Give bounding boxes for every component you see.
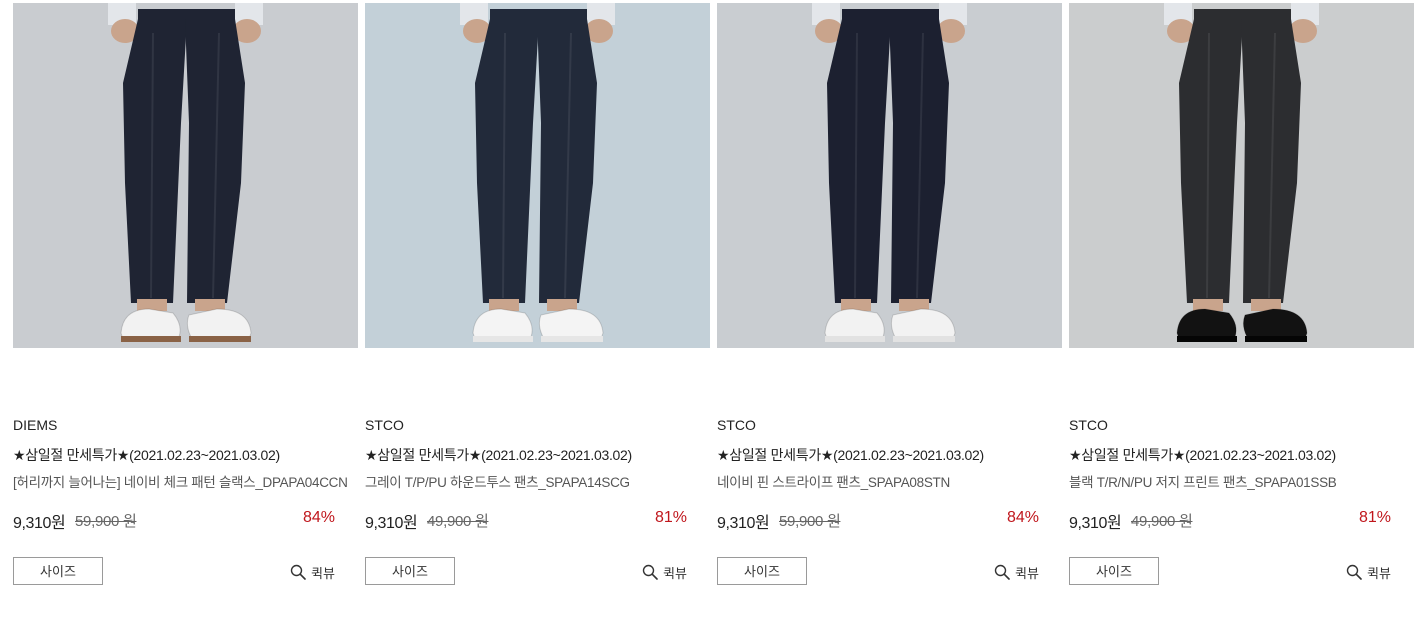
product-image — [365, 3, 710, 348]
product-name[interactable]: [허리까지 늘어나는] 네이비 체크 패턴 슬랙스_DPAPA04CCN — [13, 471, 348, 491]
original-price: 59,900 원 — [75, 513, 137, 530]
product-image — [717, 3, 1062, 348]
magnifier-icon — [290, 564, 306, 580]
sale-price: 9,310원 — [365, 515, 418, 532]
product-image — [1069, 3, 1414, 348]
price-row: 9,310원 49,900 원 81% — [1069, 509, 1391, 533]
product-brand: STCO — [365, 417, 404, 433]
discount-rate: 81% — [1358, 509, 1391, 526]
product-card[interactable]: DIEMS ★삼일절 만세특가★(2021.02.23~2021.03.02) … — [13, 3, 358, 603]
product-name[interactable]: 그레이 T/P/PU 하운드투스 팬츠_SPAPA14SCG — [365, 471, 630, 491]
product-brand: STCO — [1069, 417, 1108, 433]
sale-price: 9,310원 — [1069, 515, 1122, 532]
product-card[interactable]: STCO ★삼일절 만세특가★(2021.02.23~2021.03.02) 블… — [1069, 3, 1414, 603]
magnifier-icon — [994, 564, 1010, 580]
sale-price: 9,310원 — [717, 515, 770, 532]
sale-price: 9,310원 — [13, 515, 66, 532]
price-row: 9,310원 59,900 원 84% — [13, 509, 335, 533]
quickview-button[interactable]: 퀵뷰 — [642, 562, 687, 582]
size-button[interactable]: 사이즈 — [13, 557, 103, 585]
product-promo[interactable]: ★삼일절 만세특가★(2021.02.23~2021.03.02) — [717, 445, 984, 465]
product-grid: DIEMS ★삼일절 만세특가★(2021.02.23~2021.03.02) … — [13, 3, 1415, 603]
magnifier-icon — [642, 564, 658, 580]
discount-rate: 84% — [302, 509, 335, 526]
product-photo[interactable] — [1069, 3, 1414, 348]
quickview-label: 퀵뷰 — [663, 565, 687, 581]
price-row: 9,310원 49,900 원 81% — [365, 509, 687, 533]
product-brand: DIEMS — [13, 417, 58, 433]
product-image — [13, 3, 358, 348]
quickview-button[interactable]: 퀵뷰 — [290, 562, 335, 582]
magnifier-icon — [1346, 564, 1362, 580]
product-photo[interactable] — [365, 3, 710, 348]
product-name[interactable]: 블랙 T/R/N/PU 저지 프린트 팬츠_SPAPA01SSB — [1069, 471, 1337, 491]
quickview-label: 퀵뷰 — [1015, 565, 1039, 581]
product-card[interactable]: STCO ★삼일절 만세특가★(2021.02.23~2021.03.02) 그… — [365, 3, 710, 603]
price-row: 9,310원 59,900 원 84% — [717, 509, 1039, 533]
size-button[interactable]: 사이즈 — [365, 557, 455, 585]
product-name[interactable]: 네이비 핀 스트라이프 팬츠_SPAPA08STN — [717, 471, 950, 491]
product-promo[interactable]: ★삼일절 만세특가★(2021.02.23~2021.03.02) — [1069, 445, 1336, 465]
product-promo[interactable]: ★삼일절 만세특가★(2021.02.23~2021.03.02) — [365, 445, 632, 465]
quickview-label: 퀵뷰 — [311, 565, 335, 581]
product-photo[interactable] — [13, 3, 358, 348]
size-button[interactable]: 사이즈 — [1069, 557, 1159, 585]
original-price: 59,900 원 — [779, 513, 841, 530]
size-button[interactable]: 사이즈 — [717, 557, 807, 585]
product-brand: STCO — [717, 417, 756, 433]
product-card[interactable]: STCO ★삼일절 만세특가★(2021.02.23~2021.03.02) 네… — [717, 3, 1062, 603]
product-promo[interactable]: ★삼일절 만세특가★(2021.02.23~2021.03.02) — [13, 445, 280, 465]
discount-rate: 81% — [654, 509, 687, 526]
product-photo[interactable] — [717, 3, 1062, 348]
quickview-button[interactable]: 퀵뷰 — [1346, 562, 1391, 582]
quickview-label: 퀵뷰 — [1367, 565, 1391, 581]
quickview-button[interactable]: 퀵뷰 — [994, 562, 1039, 582]
original-price: 49,900 원 — [427, 513, 489, 530]
discount-rate: 84% — [1006, 509, 1039, 526]
original-price: 49,900 원 — [1131, 513, 1193, 530]
